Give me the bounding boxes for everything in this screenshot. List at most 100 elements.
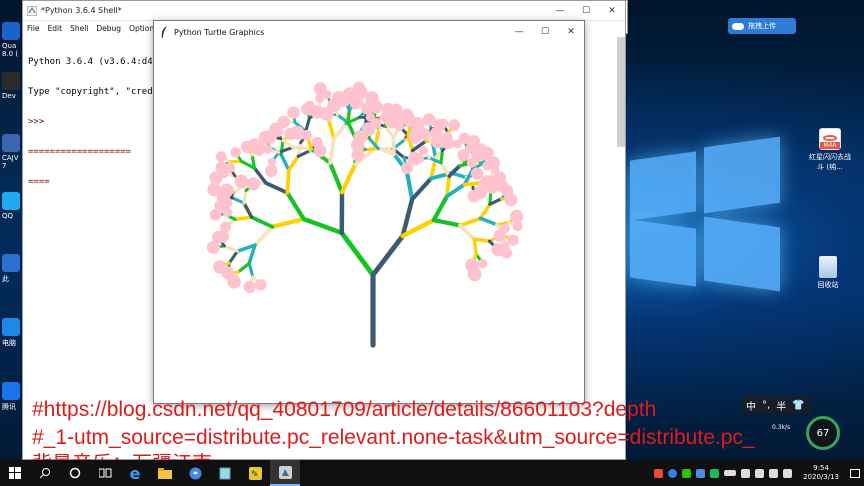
windows-start-icon[interactable] bbox=[0, 460, 30, 486]
shield-tray-icon[interactable] bbox=[696, 468, 706, 478]
svg-text:✎: ✎ bbox=[251, 470, 259, 480]
notepad-icon[interactable] bbox=[210, 460, 240, 486]
blossom bbox=[431, 135, 445, 149]
app-icon bbox=[2, 382, 20, 400]
ime-punct[interactable]: °, bbox=[762, 400, 770, 411]
menu-file[interactable]: File bbox=[27, 24, 40, 33]
desktop-icon[interactable]: 此 bbox=[2, 254, 24, 284]
turtle-graphics-window[interactable]: Python Turtle Graphics — ☐ ✕ bbox=[153, 20, 585, 404]
ime-status-bar[interactable]: 中 °, 半 👕 bbox=[742, 396, 812, 414]
cortana-icon[interactable] bbox=[60, 460, 90, 486]
blossom bbox=[267, 157, 277, 166]
desktop-icon[interactable]: 电脑 bbox=[2, 318, 24, 348]
close-icon[interactable]: ✕ bbox=[558, 27, 584, 37]
shell-title: *Python 3.6.4 Shell* bbox=[41, 6, 122, 15]
turtle-canvas[interactable] bbox=[157, 45, 581, 399]
tree-branch bbox=[458, 216, 483, 228]
turtle-title: Python Turtle Graphics bbox=[174, 27, 265, 37]
close-icon[interactable]: ✕ bbox=[599, 6, 625, 16]
blossom bbox=[406, 118, 415, 128]
tree-branch bbox=[431, 194, 450, 223]
net-speed: 0.3k/s bbox=[772, 424, 791, 431]
shell-scrollbar[interactable] bbox=[617, 37, 625, 147]
blossom bbox=[301, 130, 312, 141]
blossom bbox=[245, 282, 254, 292]
blossom bbox=[253, 145, 264, 155]
tree-branch bbox=[458, 223, 477, 242]
tree-branch bbox=[339, 230, 376, 278]
tree-branch bbox=[339, 162, 358, 195]
blossom bbox=[222, 197, 233, 208]
wechat-tray-icon[interactable] bbox=[682, 468, 692, 478]
tree-branch bbox=[291, 145, 313, 151]
menu-options[interactable]: Option bbox=[129, 24, 154, 33]
desktop-icon-label: QQ bbox=[2, 212, 14, 220]
blossom bbox=[448, 119, 461, 132]
blossom bbox=[424, 115, 434, 125]
turtle-titlebar[interactable]: Python Turtle Graphics — ☐ ✕ bbox=[154, 21, 584, 43]
minimize-icon[interactable]: — bbox=[547, 6, 573, 16]
help-tray-icon[interactable] bbox=[668, 468, 678, 478]
ime-tray-icon[interactable] bbox=[769, 468, 779, 478]
blossom bbox=[219, 221, 231, 233]
blossom bbox=[277, 115, 290, 128]
idle-icon[interactable]: ✎ bbox=[240, 460, 270, 486]
desktop-icon[interactable]: 腾讯 bbox=[2, 382, 24, 412]
app-icon bbox=[2, 134, 20, 152]
tree-branch bbox=[326, 118, 336, 141]
blossom bbox=[512, 211, 522, 221]
blossom bbox=[465, 258, 479, 273]
edge-icon[interactable]: e bbox=[120, 460, 150, 486]
tree-branch bbox=[236, 261, 251, 274]
tree-branch bbox=[264, 181, 290, 195]
menu-shell[interactable]: Shell bbox=[70, 24, 88, 33]
menu-debug[interactable]: Debug bbox=[96, 24, 121, 33]
notification-icon[interactable] bbox=[850, 468, 860, 478]
app-icon bbox=[2, 254, 20, 272]
python-turtle-taskbar-icon[interactable] bbox=[270, 460, 300, 486]
minimize-icon[interactable]: — bbox=[506, 27, 532, 37]
desktop-icon-label: CAJV 7 bbox=[2, 154, 19, 170]
battery-icon[interactable] bbox=[724, 470, 737, 476]
desktop-icon[interactable]: Qua 8.0 ( bbox=[2, 22, 24, 58]
blossom bbox=[512, 221, 523, 232]
recycle-bin-icon[interactable]: 回收站 bbox=[808, 256, 848, 290]
clock[interactable]: 9:54 2020/3/13 bbox=[803, 464, 839, 482]
desktop-icon[interactable]: CAJV 7 bbox=[2, 134, 24, 170]
clock-date: 2020/3/13 bbox=[803, 473, 839, 481]
wifi-icon[interactable] bbox=[783, 468, 793, 478]
desktop-icon[interactable]: Dev bbox=[2, 72, 24, 100]
search-icon[interactable] bbox=[30, 460, 60, 486]
tree-branch bbox=[285, 168, 291, 195]
sogou-icon[interactable] bbox=[180, 460, 210, 486]
desktop-icon[interactable]: QQ bbox=[2, 192, 24, 220]
shell-titlebar[interactable]: *Python 3.6.4 Shell* — ☐ ✕ bbox=[23, 1, 625, 21]
blossom bbox=[304, 100, 315, 111]
sogou-tray-icon[interactable] bbox=[654, 468, 664, 478]
m4a-file-icon[interactable]: M4A 红星闪闪去战斗 (纯... bbox=[808, 128, 852, 172]
net-monitor-ring[interactable]: 67 bbox=[806, 416, 840, 450]
tree-branch bbox=[478, 202, 492, 221]
upload-drag-badge[interactable]: 拖拽上传 bbox=[728, 18, 796, 34]
ime-mode[interactable]: 中 bbox=[746, 398, 756, 413]
network-icon[interactable] bbox=[741, 468, 751, 478]
blossom bbox=[478, 259, 488, 269]
file-explorer-icon[interactable] bbox=[150, 460, 180, 486]
blossom bbox=[215, 262, 225, 272]
maximize-icon[interactable]: ☐ bbox=[532, 27, 558, 37]
volume-icon[interactable] bbox=[755, 468, 765, 478]
ime-width[interactable]: 半 bbox=[776, 398, 786, 413]
tree-branch bbox=[249, 215, 275, 229]
tree-branch bbox=[346, 108, 351, 125]
maximize-icon[interactable]: ☐ bbox=[573, 6, 599, 16]
recycle-bin-label: 回收站 bbox=[817, 281, 839, 289]
security-tray-icon[interactable] bbox=[710, 468, 720, 478]
blossom bbox=[414, 154, 424, 164]
menu-edit[interactable]: Edit bbox=[48, 24, 63, 33]
shirt-icon[interactable]: 👕 bbox=[792, 400, 804, 411]
tree-branch bbox=[478, 216, 499, 227]
task-view-icon[interactable] bbox=[90, 460, 120, 486]
blossom bbox=[465, 142, 476, 153]
tree-branch bbox=[328, 160, 345, 195]
tree-branch bbox=[431, 218, 463, 228]
